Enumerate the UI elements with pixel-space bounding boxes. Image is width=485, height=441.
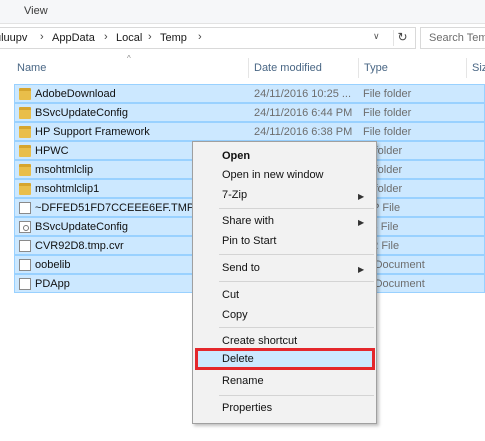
folder-icon	[19, 126, 31, 138]
menu-item-open-new-window[interactable]: Open in new window	[222, 169, 324, 181]
menu-separator	[219, 281, 374, 282]
config-file-icon	[19, 221, 31, 233]
menu-separator	[219, 208, 374, 209]
breadcrumb-separator-icon[interactable]: ›	[198, 31, 202, 43]
file-row[interactable]: BSvcUpdateConfig 24/11/2016 6:44 PM File…	[14, 103, 485, 122]
file-icon	[19, 259, 31, 271]
file-type: File folder	[363, 126, 412, 138]
address-bar[interactable]: uluupv › AppData › Local › Temp › ∨ ↻	[0, 27, 416, 49]
folder-icon	[19, 145, 31, 157]
submenu-arrow-icon: ▶	[358, 192, 365, 201]
breadcrumb-local[interactable]: Local	[116, 32, 142, 44]
file-name: PDApp	[35, 278, 70, 290]
folder-icon	[19, 183, 31, 195]
file-date: 24/11/2016 6:38 PM	[254, 126, 353, 138]
column-header-size[interactable]: Siz	[472, 62, 485, 74]
file-icon	[19, 278, 31, 290]
chevron-down-icon[interactable]: ∨	[373, 31, 380, 42]
file-date: 24/11/2016 10:25 ...	[254, 88, 352, 100]
column-header-name[interactable]: Name	[17, 62, 46, 74]
menu-separator	[219, 327, 374, 328]
view-tab[interactable]: View	[24, 5, 48, 17]
menu-item-rename[interactable]: Rename	[222, 375, 264, 387]
breadcrumb-appdata[interactable]: AppData	[52, 32, 95, 44]
menu-item-share-with[interactable]: Share with	[222, 215, 274, 227]
breadcrumb-user[interactable]: uluupv	[0, 32, 27, 44]
context-menu: Open Open in new window 7-Zip ▶ Share wi…	[192, 141, 377, 424]
file-type: File folder	[363, 107, 412, 119]
menu-item-send-to[interactable]: Send to	[222, 262, 260, 274]
menu-separator	[219, 395, 374, 396]
folder-icon	[19, 164, 31, 176]
menu-item-7zip[interactable]: 7-Zip	[222, 189, 247, 201]
breadcrumb-separator-icon[interactable]: ›	[104, 31, 108, 43]
menu-item-pin-to-start[interactable]: Pin to Start	[222, 235, 276, 247]
file-name: AdobeDownload	[35, 88, 116, 100]
sort-up-icon: ^	[127, 54, 131, 63]
folder-icon	[19, 88, 31, 100]
file-name: ~DFFED51FD7CCEEE6EF.TMP	[35, 202, 195, 214]
ribbon: View	[0, 0, 485, 24]
submenu-arrow-icon: ▶	[358, 218, 365, 227]
file-row[interactable]: HP Support Framework 24/11/2016 6:38 PM …	[14, 122, 485, 141]
column-header-type[interactable]: Type	[364, 62, 388, 74]
refresh-icon[interactable]: ↻	[393, 30, 411, 46]
menu-item-properties[interactable]: Properties	[222, 402, 272, 414]
menu-item-open[interactable]: Open	[222, 150, 250, 162]
breadcrumb-separator-icon[interactable]: ›	[40, 31, 44, 43]
submenu-arrow-icon: ▶	[358, 265, 365, 274]
menu-separator	[219, 254, 374, 255]
annotation-highlight-box	[195, 348, 375, 370]
file-name: HP Support Framework	[35, 126, 150, 138]
column-header-date[interactable]: Date modified	[254, 62, 322, 74]
breadcrumb-separator-icon[interactable]: ›	[148, 31, 152, 43]
search-placeholder: Search Tem	[429, 32, 485, 44]
search-input[interactable]: Search Tem	[420, 27, 485, 49]
file-name: BSvcUpdateConfig	[35, 221, 128, 233]
file-date: 24/11/2016 6:44 PM	[254, 107, 353, 119]
menu-item-cut[interactable]: Cut	[222, 289, 239, 301]
file-name: oobelib	[35, 259, 71, 271]
file-name: msohtmlclip1	[35, 183, 100, 195]
file-icon	[19, 202, 31, 214]
file-name: CVR92D8.tmp.cvr	[35, 240, 124, 252]
file-type: File folder	[363, 88, 412, 100]
file-row[interactable]: AdobeDownload 24/11/2016 10:25 ... File …	[14, 84, 485, 103]
column-divider[interactable]	[466, 58, 467, 78]
menu-item-copy[interactable]: Copy	[222, 309, 248, 321]
breadcrumb-temp[interactable]: Temp	[160, 32, 187, 44]
folder-icon	[19, 107, 31, 119]
file-name: msohtmlclip	[35, 164, 94, 176]
column-divider[interactable]	[248, 58, 249, 78]
column-divider[interactable]	[358, 58, 359, 78]
menu-item-create-shortcut[interactable]: Create shortcut	[222, 335, 297, 347]
file-name: BSvcUpdateConfig	[35, 107, 128, 119]
file-name: HPWC	[35, 145, 69, 157]
file-icon	[19, 240, 31, 252]
